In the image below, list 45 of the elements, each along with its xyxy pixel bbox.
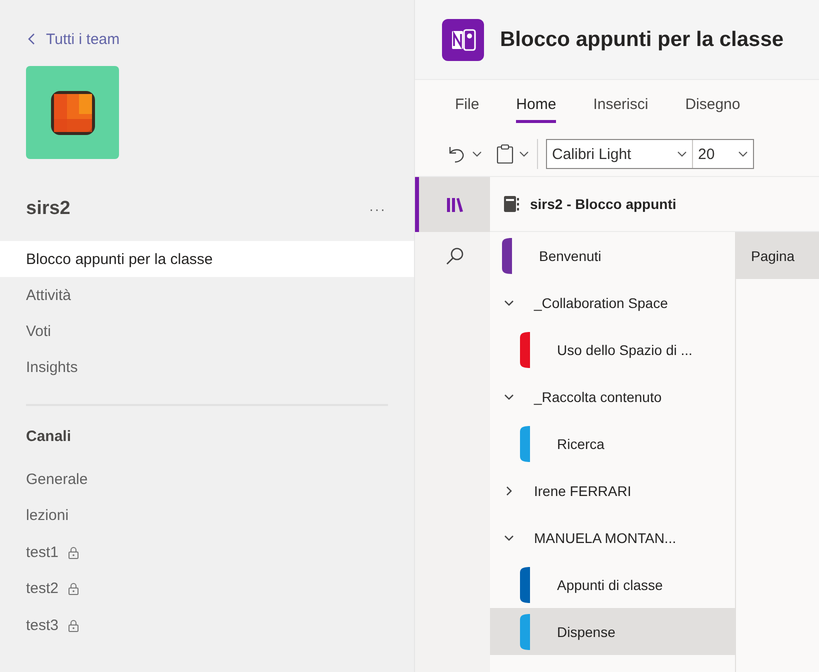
channels-heading: Canali <box>25 427 72 447</box>
channel-item[interactable]: test2 <box>0 570 414 607</box>
undo-button[interactable] <box>447 144 482 164</box>
clipboard-icon <box>496 144 514 164</box>
section-item[interactable]: Dispense <box>490 608 735 655</box>
search-icon <box>444 246 464 266</box>
font-size-dropdown[interactable]: 20 <box>693 140 753 168</box>
notebook-name: sirs2 - Blocco appunti <box>530 196 676 212</box>
channel-item[interactable]: test3 <box>0 607 414 644</box>
paste-button[interactable] <box>496 144 529 164</box>
team-tab[interactable]: Insights <box>0 349 414 385</box>
section-item[interactable]: Appunti di classe <box>490 561 735 608</box>
section-item[interactable]: Benvenuti <box>490 232 735 279</box>
ribbon-tab[interactable]: Disegno <box>685 90 740 122</box>
section-group[interactable]: Irene FERRARI <box>490 467 735 514</box>
app-logo-icon <box>442 18 484 60</box>
caret-icon <box>519 151 529 157</box>
channel-item[interactable]: test1 <box>0 534 414 570</box>
team-icon <box>48 88 96 136</box>
notebooks-button[interactable] <box>415 177 490 232</box>
channel-item[interactable]: lezioni <box>0 498 414 534</box>
team-name: sirs2 <box>26 198 70 220</box>
section-group[interactable]: _Collaboration Space <box>490 279 735 326</box>
section-group[interactable]: MANUELA MONTAN... <box>490 514 735 561</box>
ribbon-tab[interactable]: File <box>455 90 480 122</box>
app-title: Blocco appunti per la classe <box>500 28 784 52</box>
library-icon <box>446 196 462 212</box>
team-tab[interactable]: Voti <box>0 313 414 349</box>
ribbon-tab[interactable]: Home <box>516 90 556 122</box>
page-item[interactable]: Pagina <box>736 232 819 279</box>
more-options-button[interactable]: ··· <box>367 201 388 217</box>
channel-item[interactable]: Generale <box>0 461 414 498</box>
ribbon-tab[interactable]: Inserisci <box>593 90 648 122</box>
font-name-dropdown[interactable]: Calibri Light <box>547 140 693 168</box>
team-tab[interactable]: Attività <box>0 277 414 313</box>
section-item[interactable]: Ricerca <box>490 420 735 467</box>
section-group[interactable]: _Raccolta contenuto <box>490 373 735 420</box>
back-link[interactable]: Tutti i team <box>28 29 120 49</box>
team-tab[interactable]: Blocco appunti per la classe <box>0 241 414 277</box>
section-item[interactable]: Uso dello Spazio di ... <box>490 326 735 373</box>
back-icon <box>28 33 36 45</box>
caret-icon <box>677 151 687 157</box>
notebook-icon <box>504 195 520 213</box>
caret-icon <box>738 151 748 157</box>
caret-icon <box>472 151 482 157</box>
